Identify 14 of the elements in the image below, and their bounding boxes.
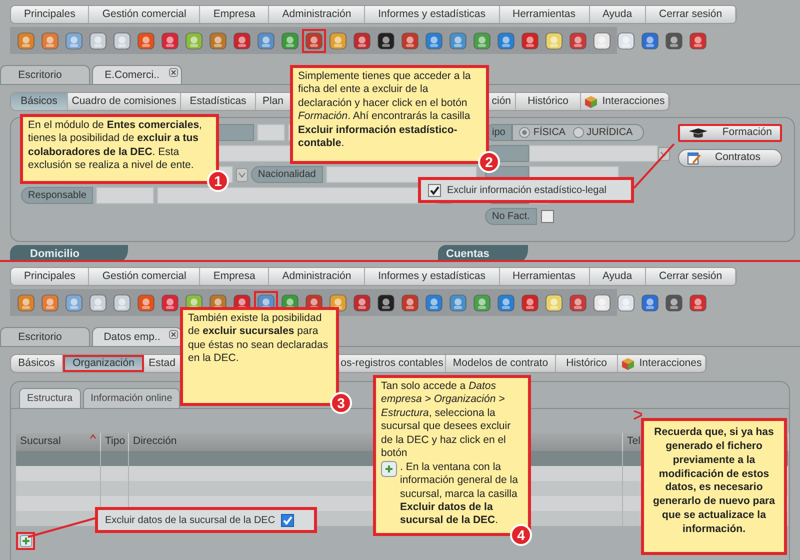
section-header: Domicilio	[10, 245, 128, 260]
field-label: Responsable	[21, 187, 94, 204]
checkbox-label: Excluir información estadístico-legal	[447, 184, 607, 198]
callout-text: En el módulo de Entes comerciales, tienes la posibilidad de excluir a tus colaboradores de la DEC. Esta exclusión se realiza a nivel de ente.	[28, 119, 203, 173]
callout-text: Tan solo accede a Datos empresa > Organización > Estructura, selecciona la sucursal que desees excluir de la DEC y haz click en el botón	[381, 380, 512, 461]
checkbox-label: Excluir datos de la sucursal de la DEC	[105, 514, 276, 528]
callout-text: Simplemente tienes que acceder a la ficha del ente a excluir de la declaración y hacer click en el botón Formación. Ahí encontrarás la casilla Excluir información estadístico-contable.	[298, 70, 472, 151]
section-header: Cuentas	[438, 245, 528, 260]
callout-text: También existe la posibilidad de excluir sucursales para que éstas no sean declaradas en la DEC.	[188, 312, 330, 366]
radio-label: JURÍDICA	[586, 125, 633, 140]
callout-text: Recuerda que, si ya has generado el fichero previamente a la modificación de estos datos, es necesario generarlo de nuevo para que se actualizace la información.	[652, 426, 776, 537]
field-label: Nacionalidad	[251, 166, 323, 183]
radio-label: FÍSICA	[533, 125, 566, 140]
field-label: No Fact.	[485, 208, 537, 225]
